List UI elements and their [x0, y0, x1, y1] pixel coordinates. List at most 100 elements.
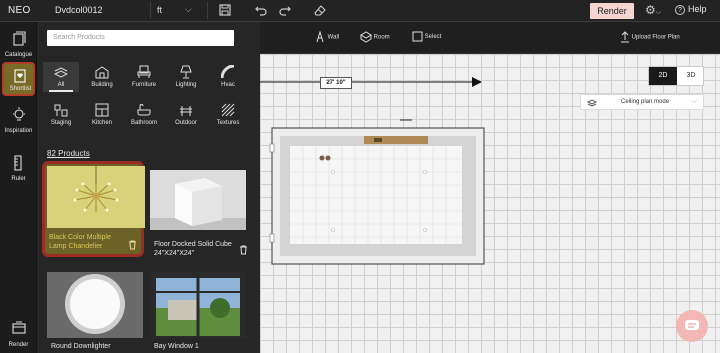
help-label: Help [688, 4, 707, 14]
room-label: Room [373, 34, 390, 41]
sidebar-label: Shortlist [9, 86, 32, 92]
product-card[interactable]: Black Color Multiple Lamp Chandelier [42, 161, 145, 257]
category-label: Hvac [221, 82, 235, 88]
category-label: Bathroom [130, 120, 157, 126]
plan-mode-label: Ceiling plan mode [621, 99, 670, 105]
search-input[interactable]: Search Products [47, 30, 234, 46]
upload-floor-plan-button[interactable]: Upload Floor Plan [620, 31, 680, 43]
redo-icon[interactable] [278, 3, 294, 19]
outdoor-bench-icon [180, 106, 192, 116]
select-box-icon [412, 31, 423, 42]
cube-image [150, 170, 246, 230]
draw-toolbar: Wall Room Select Upload Floor Plan [260, 22, 720, 54]
top-bar: NEO Dvdcol0012 ft ⌵ Render ⚙⌵ ? Help [0, 0, 720, 22]
wall-pen-icon [316, 30, 324, 43]
render-button[interactable]: Render [590, 3, 634, 19]
category-label: Furniture [131, 82, 156, 88]
select-label: Select [424, 34, 442, 41]
lightbulb-icon [13, 107, 25, 121]
catalogue-icon [13, 31, 26, 46]
category-label: Kitchen [91, 120, 112, 126]
chat-button[interactable] [676, 310, 708, 342]
sidebar-label: Ruler [11, 176, 26, 182]
category-bathroom[interactable]: Bathroom [126, 100, 162, 130]
eraser-icon[interactable] [312, 3, 328, 19]
category-label: Building [91, 82, 113, 88]
product-count[interactable]: 82 Products [47, 149, 90, 158]
unit-selector[interactable]: ft ⌵ [150, 2, 208, 19]
brand-logo: NEO [8, 5, 31, 16]
sidebar-item-catalogue[interactable]: Catalogue [2, 26, 35, 60]
product-card[interactable]: Bay Window 1 [150, 272, 252, 353]
product-name: Round Downlighter [51, 343, 111, 350]
category-label: Outdoor [175, 120, 197, 126]
category-lighting[interactable]: Lighting [168, 62, 204, 92]
bay-window-image [150, 272, 246, 338]
category-textures[interactable]: Textures [210, 100, 246, 130]
sidebar-item-shortlist[interactable]: Shortlist [2, 62, 35, 96]
document-title[interactable]: Dvdcol0012 [55, 5, 103, 15]
product-name: Black Color Multiple Lamp Chandelier [49, 234, 111, 250]
view-toggle: 2D 3D [648, 66, 704, 86]
category-kitchen[interactable]: Kitchen [84, 100, 120, 130]
kitchen-icon [95, 103, 109, 117]
search-placeholder: Search Products [53, 34, 105, 41]
floor-plan-canvas[interactable]: 27' 10" 2D 3D Ceiling plan mode ⌵ [260, 54, 720, 353]
wall-label: Wall [327, 34, 340, 41]
category-label: Staging [50, 120, 72, 126]
upload-icon [621, 31, 629, 43]
ruler-icon [14, 155, 22, 171]
room-icon [360, 31, 372, 43]
sidebar-item-render[interactable]: Render [2, 316, 35, 350]
help-circle-icon: ? [675, 5, 685, 15]
help-link[interactable]: ? Help [675, 4, 707, 15]
chevron-down-icon: ⌵ [185, 4, 192, 14]
save-icon[interactable] [218, 3, 234, 19]
chevron-down-icon: ⌵ [691, 98, 697, 105]
product-card[interactable]: Round Downlighter [47, 272, 149, 353]
sidebar-label: Catalogue [4, 52, 33, 58]
render-icon [12, 321, 26, 334]
layers-icon [587, 99, 597, 107]
wall-tool[interactable]: Wall [314, 30, 340, 43]
staging-icon [54, 104, 68, 117]
settings-gear-icon[interactable]: ⚙⌵ [645, 3, 661, 17]
duct-icon [221, 65, 235, 79]
category-label: Textures [216, 120, 240, 126]
undo-icon[interactable] [254, 3, 270, 19]
building-icon [95, 66, 109, 79]
product-name: Floor Docked Solid Cube 24"X24"X24" [154, 241, 232, 257]
left-sidebar: Catalogue Shortlist Inspiration Ruler Re… [0, 22, 37, 353]
chat-bubble-icon [685, 320, 699, 330]
sidebar-label: Render [8, 342, 29, 348]
dimension-label[interactable]: 27' 10" [320, 77, 352, 89]
sidebar-item-inspiration[interactable]: Inspiration [2, 102, 35, 136]
bathtub-icon [137, 104, 151, 116]
category-building[interactable]: Building [84, 62, 120, 92]
select-tool[interactable]: Select [412, 31, 441, 42]
sidebar-label: Inspiration [4, 128, 33, 134]
catalogue-panel: Search Products All Building Furniture L… [37, 22, 260, 353]
upload-label: Upload Floor Plan [631, 34, 680, 41]
view-2d-button[interactable]: 2D [649, 67, 677, 85]
product-card[interactable]: Floor Docked Solid Cube 24"X24"X24" [150, 170, 252, 266]
trash-icon[interactable] [128, 237, 137, 255]
category-furniture[interactable]: Furniture [126, 62, 162, 92]
sidebar-item-ruler[interactable]: Ruler [2, 150, 35, 184]
shortlist-heart-icon [14, 69, 26, 83]
category-hvac[interactable]: Hvac [210, 62, 246, 92]
lamp-icon [180, 65, 192, 79]
chair-icon [137, 65, 151, 78]
trash-icon[interactable] [239, 242, 248, 260]
texture-icon [221, 103, 235, 117]
product-name: Bay Window 1 [154, 343, 199, 350]
view-3d-button[interactable]: 3D [677, 67, 705, 85]
category-outdoor[interactable]: Outdoor [168, 100, 204, 130]
category-staging[interactable]: Staging [43, 100, 79, 130]
room-tool[interactable]: Room [360, 31, 390, 43]
chandelier-image [47, 166, 145, 228]
plan-mode-dropdown[interactable]: Ceiling plan mode ⌵ [580, 94, 704, 110]
category-label: All [57, 82, 65, 88]
all-stack-icon [54, 67, 68, 78]
category-all[interactable]: All [43, 62, 79, 92]
